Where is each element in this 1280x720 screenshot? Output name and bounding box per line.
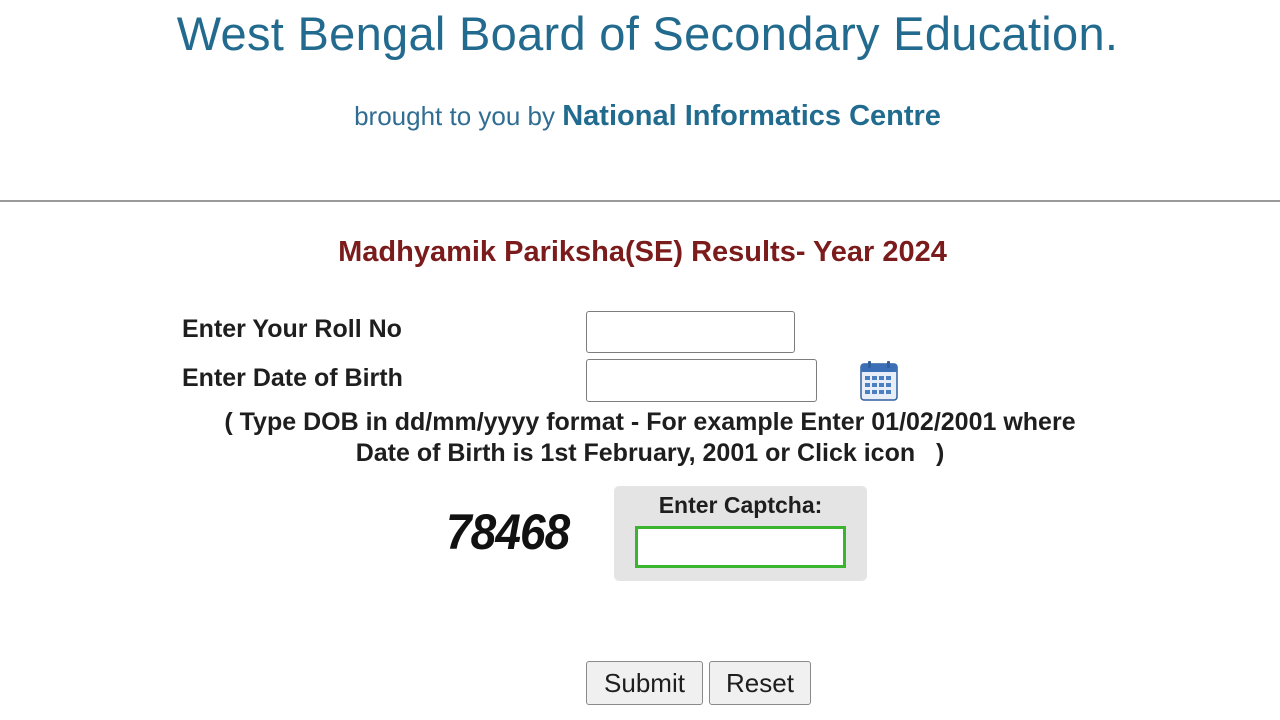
dob-hint-line-2: Date of Birth is 1st February, 2001 or C… (355, 439, 945, 467)
captcha-code: 78468 (446, 504, 570, 560)
byline-organization: National Informatics Centre (562, 100, 941, 132)
roll-number-label: Enter Your Roll No (182, 315, 402, 343)
results-page: West Bengal Board of Secondary Education… (0, 0, 1280, 720)
dob-input[interactable] (586, 359, 817, 402)
submit-button[interactable]: Submit (586, 661, 703, 705)
captcha-panel: Enter Captcha: (614, 486, 867, 581)
dob-hint-line-1: ( Type DOB in dd/mm/yyyy format - For ex… (224, 408, 1076, 436)
captcha-label: Enter Captcha: (658, 492, 823, 518)
site-title: West Bengal Board of Secondary Education… (176, 7, 1119, 60)
dob-format-hint: ( Type DOB in dd/mm/yyyy format - For ex… (150, 407, 1150, 469)
exam-results-heading: Madhyamik Pariksha(SE) Results- Year 202… (338, 236, 947, 268)
header-divider (0, 200, 1280, 202)
roll-number-input[interactable] (586, 311, 795, 353)
reset-button[interactable]: Reset (709, 661, 811, 705)
byline: brought to you by National Informatics C… (0, 100, 1280, 133)
byline-prefix: brought to you by (354, 101, 555, 131)
calendar-icon[interactable] (860, 361, 898, 401)
dob-label: Enter Date of Birth (182, 364, 403, 392)
captcha-input[interactable] (635, 526, 846, 568)
